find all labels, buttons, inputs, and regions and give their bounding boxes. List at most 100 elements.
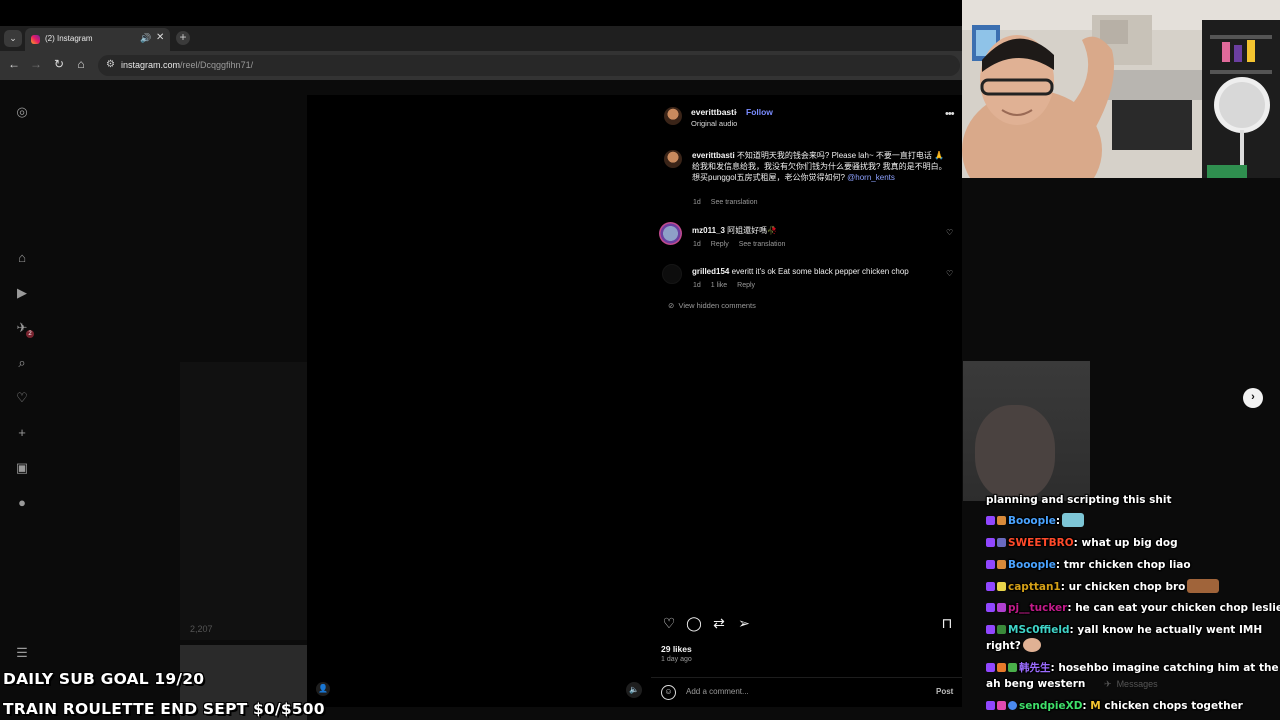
badge-icon <box>997 625 1006 634</box>
comment-text: grilled154 everitt it's ok Eat some blac… <box>692 267 909 276</box>
view-hidden-comments-link[interactable]: ⊘ View hidden comments <box>668 301 756 310</box>
reload-icon[interactable]: ↻ <box>51 57 67 71</box>
reel-video[interactable]: 👤 🔈 <box>307 95 651 707</box>
reply-link[interactable]: Reply <box>737 282 755 289</box>
share-icon[interactable]: ➢ <box>736 615 752 632</box>
separator-dot: • <box>734 107 737 117</box>
url-text[interactable]: instagram.com/reel/Dcqggfihn71/ <box>121 60 253 70</box>
chat-message: SWEETBRO: what up big dog <box>986 535 1280 551</box>
home-nav-icon[interactable]: ⌂ <box>14 250 30 266</box>
comment-likes[interactable]: 1 like <box>711 282 727 289</box>
sub-badge-icon <box>986 603 995 612</box>
tab-instagram[interactable]: (2) Instagram 🔊 ✕ <box>25 28 170 51</box>
sub-badge-icon <box>986 560 995 569</box>
back-icon[interactable]: ← <box>6 57 22 71</box>
reels-nav-icon[interactable]: ▶ <box>14 285 30 301</box>
search-nav-icon[interactable]: ⌕ <box>14 355 30 371</box>
mute-icon[interactable]: 🔈 <box>626 682 642 698</box>
emote-icon <box>1062 513 1085 527</box>
caption-meta: 1d See translation <box>693 199 758 206</box>
badge-icon <box>997 538 1006 547</box>
instagram-page: ◎ ⌂ ▶ ✈ 2 ⌕ ♡ + ▣ ● ☰ 2,207 👤 🔈 everittb… <box>0 80 962 720</box>
chat-username[interactable]: SWEETBRO <box>1008 537 1074 549</box>
tagged-user-icon[interactable]: 👤 <box>316 682 330 696</box>
home-icon[interactable]: ⌂ <box>73 57 89 71</box>
commenter-avatar[interactable] <box>662 264 682 284</box>
verified-badge-icon <box>1008 701 1017 710</box>
post-comment-button[interactable]: Post <box>936 687 953 696</box>
like-icon[interactable]: ♡ <box>661 615 677 632</box>
background-reel-face <box>975 405 1055 500</box>
sub-badge-icon <box>986 582 995 591</box>
site-settings-icon[interactable]: ⚙ <box>106 59 115 70</box>
hidden-eye-icon: ⊘ <box>668 301 675 310</box>
follow-button[interactable]: Follow <box>746 107 773 117</box>
emote-icon <box>1187 579 1220 593</box>
speaker-icon[interactable]: 🔊 <box>140 33 151 44</box>
chat-username[interactable]: capttan1 <box>1008 581 1061 593</box>
chat-message: capttan1: ur chicken chop bro <box>986 579 1280 595</box>
badge-icon <box>997 663 1006 672</box>
save-icon[interactable]: ⊓ <box>939 615 955 632</box>
chat-username[interactable]: sendpieXD <box>1019 700 1082 712</box>
mention-link[interactable]: @horn_kents <box>847 173 895 182</box>
webcam-scene <box>962 0 1280 178</box>
audio-label[interactable]: Original audio <box>691 119 737 128</box>
post-header: everittbasti • Follow Original audio ••• <box>651 95 962 139</box>
post-actions: ♡ ◯ ⇄ ➢ ⊓ <box>651 615 962 635</box>
notifications-nav-icon[interactable]: ♡ <box>14 390 30 406</box>
mcdonalds-emote-icon: Ⅿ <box>1090 700 1101 712</box>
likes-count[interactable]: 29 likes <box>661 644 692 654</box>
author-username[interactable]: everittbasti <box>691 107 736 117</box>
chat-message: MSc0ffield: yall know he actually went I… <box>986 622 1280 638</box>
comment-meta: 1d Reply See translation <box>693 241 786 248</box>
comment-text: mz011_3 阿姐還好嗎🥀 <box>692 226 778 235</box>
post-date: 1 day ago <box>661 656 692 663</box>
badge-icon <box>997 582 1006 591</box>
browser-toolbar: ← → ↻ ⌂ ⚙ instagram.com/reel/Dcqggfihn71… <box>0 51 962 80</box>
chat-username[interactable]: pj__tucker <box>1008 602 1067 614</box>
commenter-avatar[interactable] <box>659 222 682 245</box>
address-bar[interactable]: ⚙ instagram.com/reel/Dcqggfihn71/ <box>98 55 960 76</box>
background-reel-thumbnail <box>180 362 307 640</box>
next-reel-button[interactable]: › <box>1243 388 1263 408</box>
chat-username[interactable]: Booople <box>1008 515 1056 527</box>
more-options-icon[interactable]: ••• <box>945 108 955 120</box>
badge-icon <box>997 560 1006 569</box>
chat-username[interactable]: 韩先生 <box>1019 662 1051 674</box>
comment-meta: 1d 1 like Reply <box>693 282 756 289</box>
tab-title: (2) Instagram <box>45 34 93 43</box>
close-tab-icon[interactable]: ✕ <box>156 32 164 43</box>
chat-message: 韩先生: hosehbo imagine catching him at the <box>986 660 1280 676</box>
chat-message: Booople: <box>986 513 1280 529</box>
emote-icon <box>1022 638 1041 652</box>
emoji-icon[interactable]: ☺ <box>661 685 676 700</box>
tab-search-icon[interactable]: ⌄ <box>4 30 22 47</box>
more-menu-icon[interactable]: ☰ <box>14 645 30 661</box>
sub-badge-icon <box>986 538 995 547</box>
repost-icon[interactable]: ⇄ <box>711 615 727 632</box>
create-nav-icon[interactable]: + <box>14 425 30 441</box>
chat-username[interactable]: MSc0ffield <box>1008 624 1070 636</box>
new-tab-button[interactable]: + <box>176 31 190 45</box>
like-comment-icon[interactable]: ♡ <box>946 269 953 278</box>
train-roulette-overlay: TRAIN ROULETTE END SEPT $0/$500 <box>3 700 325 718</box>
profile-nav-icon[interactable]: ● <box>14 495 30 511</box>
notification-badge: 2 <box>26 330 34 338</box>
chat-message: planning and scripting this shit <box>986 494 1172 506</box>
messages-button[interactable]: ✈ Messages <box>1104 679 1158 690</box>
comment-icon[interactable]: ◯ <box>686 615 702 632</box>
caption-avatar[interactable] <box>664 150 682 168</box>
comment-input[interactable]: Add a comment... <box>686 687 916 696</box>
see-translation-link[interactable]: See translation <box>711 199 758 206</box>
like-comment-icon[interactable]: ♡ <box>946 228 953 237</box>
instagram-logo-icon[interactable]: ◎ <box>14 104 30 120</box>
dashboard-nav-icon[interactable]: ▣ <box>14 460 30 476</box>
badge-icon <box>1008 663 1017 672</box>
chat-username[interactable]: Booople <box>1008 559 1056 571</box>
forward-icon[interactable]: → <box>28 57 44 71</box>
author-avatar[interactable] <box>664 107 682 125</box>
reply-link[interactable]: Reply <box>711 241 729 248</box>
chat-message: pj__tucker: he can eat your chicken chop… <box>986 600 1280 616</box>
see-translation-link[interactable]: See translation <box>739 241 786 248</box>
